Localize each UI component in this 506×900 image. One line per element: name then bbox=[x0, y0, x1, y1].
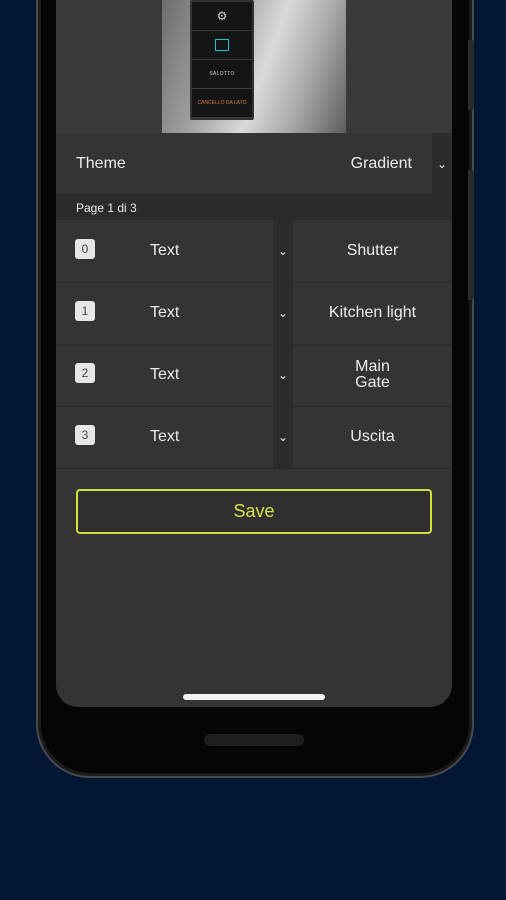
button-name-field[interactable]: Kitchen light bbox=[293, 282, 452, 344]
index-badge: 1 bbox=[75, 301, 95, 321]
home-indicator[interactable] bbox=[183, 694, 325, 700]
preview-cell-grid bbox=[192, 31, 252, 60]
page-indicator-text: Page 1 di 3 bbox=[76, 201, 137, 215]
preview-label-2: CANCELLO DA LATO bbox=[197, 99, 247, 106]
button-name-field[interactable]: Uscita bbox=[293, 406, 452, 468]
button-row-1: 1 Text ⌄ Kitchen light bbox=[56, 282, 452, 345]
grid-icon bbox=[215, 39, 229, 51]
theme-selector-row[interactable]: Theme Gradient ⌄ bbox=[56, 133, 452, 195]
theme-preview-area: ⚙ SALOTTO CANCELLO DA LATO bbox=[56, 0, 452, 133]
chevron-down-icon[interactable]: ⌄ bbox=[273, 220, 293, 282]
theme-preview-image: ⚙ SALOTTO CANCELLO DA LATO bbox=[162, 0, 346, 133]
chevron-down-icon[interactable]: ⌄ bbox=[273, 406, 293, 468]
preview-label: SALOTTO bbox=[209, 71, 235, 77]
gear-icon: ⚙ bbox=[216, 9, 228, 23]
button-row-0: 0 Text ⌄ Shutter bbox=[56, 220, 452, 283]
button-row-2: 2 Text ⌄ Main Gate bbox=[56, 344, 452, 407]
theme-value[interactable]: Gradient bbox=[351, 155, 412, 173]
index-badge: 0 bbox=[75, 239, 95, 259]
type-select[interactable]: Text bbox=[150, 428, 179, 446]
phone-speaker bbox=[204, 734, 304, 746]
button-name-field[interactable]: Main Gate bbox=[293, 344, 452, 406]
preview-device: ⚙ SALOTTO CANCELLO DA LATO bbox=[190, 0, 254, 120]
page-indicator: Page 1 di 3 bbox=[56, 195, 452, 220]
button-name-field[interactable]: Shutter bbox=[293, 220, 452, 282]
button-row-3: 3 Text ⌄ Uscita bbox=[56, 406, 452, 469]
type-select[interactable]: Text bbox=[150, 304, 179, 322]
type-select[interactable]: Text bbox=[150, 366, 179, 384]
chevron-down-icon[interactable]: ⌄ bbox=[432, 133, 452, 194]
save-button[interactable]: Save bbox=[76, 489, 432, 534]
theme-label: Theme bbox=[76, 155, 126, 172]
preview-cell-label2: CANCELLO DA LATO bbox=[192, 89, 252, 118]
chevron-down-icon[interactable]: ⌄ bbox=[273, 344, 293, 406]
preview-cell-label: SALOTTO bbox=[192, 60, 252, 89]
chevron-down-icon[interactable]: ⌄ bbox=[273, 282, 293, 344]
preview-cell-gear: ⚙ bbox=[192, 2, 252, 31]
app-screen: ⚙ SALOTTO CANCELLO DA LATO Theme Gradien… bbox=[56, 0, 452, 707]
type-select[interactable]: Text bbox=[150, 242, 179, 260]
index-badge: 2 bbox=[75, 363, 95, 383]
index-badge: 3 bbox=[75, 425, 95, 445]
phone-volume-button bbox=[468, 170, 474, 300]
phone-side-button bbox=[468, 40, 474, 110]
